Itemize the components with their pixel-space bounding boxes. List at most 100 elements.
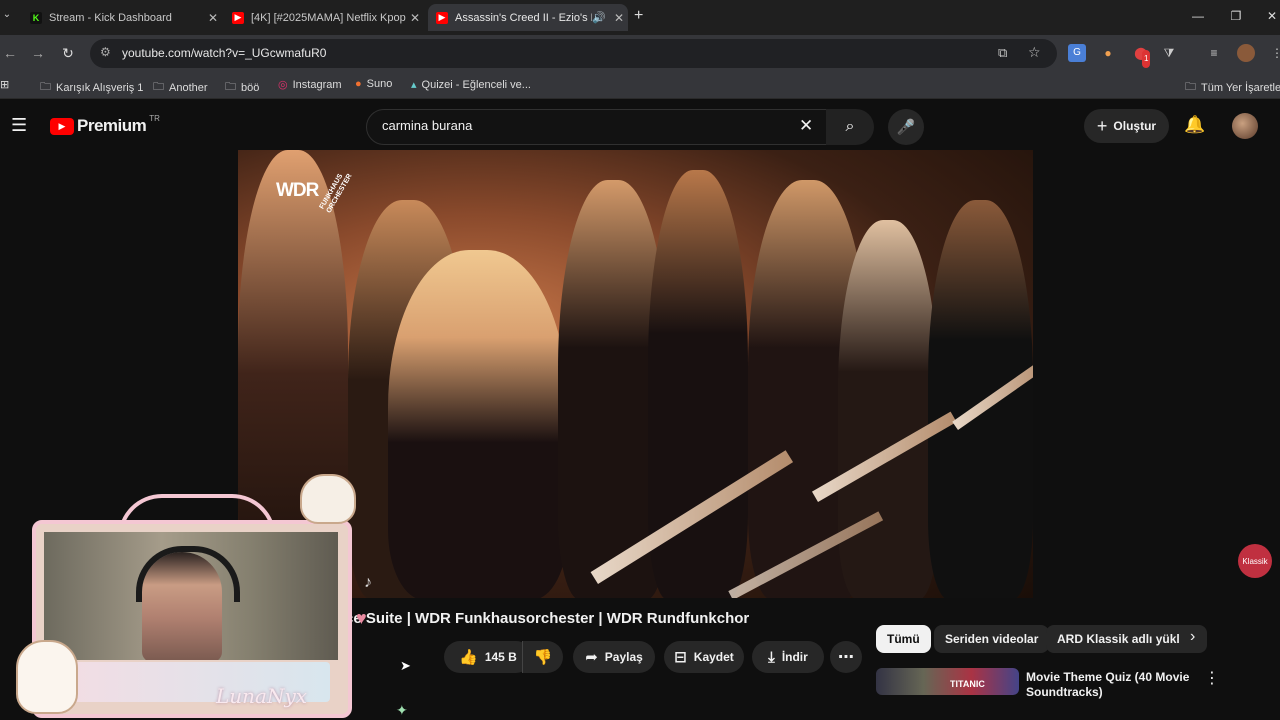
cat-sticker-icon [300,474,356,524]
bookmark-another[interactable]: 🗀 Another [153,78,208,97]
search-icon: ⌕ [845,118,855,135]
wdr-logo-text: WDR [276,180,319,201]
extension-badge-icon[interactable]: ⬤ 1 [1132,44,1151,68]
url-text[interactable]: youtube.com/watch?v=_UGcwmafuR0 [122,46,326,60]
youtube-icon: ▶ [232,11,244,24]
download-button[interactable]: ⤓ İndir [752,641,824,673]
next-video-title[interactable]: Movie Theme Quiz (40 Movie Soundtracks) [1026,670,1194,700]
suno-icon: ● [355,78,362,90]
bookmark-instagram[interactable]: ◎ Instagram [278,78,342,92]
close-tab-icon[interactable]: ✕ [406,11,424,25]
tab-search-button[interactable]: ⌄ [0,9,14,20]
browser-toolbar: ← → ↻ ⚙ youtube.com/watch?v=_UGcwmafuR0 … [0,35,1280,72]
browser-tab-strip: ⌄ K Stream - Kick Dashboard ✕ ▶ [4K] [#2… [0,0,1280,35]
search-button[interactable]: ⌕ [826,109,874,145]
quizei-icon: ▴ [411,79,417,91]
tab-kick-dashboard[interactable]: K Stream - Kick Dashboard ✕ [22,4,222,31]
new-tab-button[interactable]: + [634,7,643,25]
like-count: 145 B [484,650,517,664]
translate-extension-icon[interactable]: G [1068,44,1086,62]
close-tab-icon[interactable]: ✕ [610,11,628,25]
download-icon: ⤓ [768,648,775,666]
address-bar[interactable]: ⚙ youtube.com/watch?v=_UGcwmafuR0 ⧉ ☆ [90,39,1057,68]
clear-search-icon[interactable]: ✕ [799,116,813,136]
apps-icon[interactable]: ⊞ [0,78,9,91]
cat-sticker-icon [16,640,78,714]
bookmark-icon: ⊟ [674,649,687,666]
minimize-icon[interactable]: — [1184,6,1212,26]
profile-avatar[interactable] [1237,44,1255,62]
notifications-bell-icon[interactable]: 🔔 [1184,115,1205,135]
bookmark-quizei[interactable]: ▴ Quizei - Eğlenceli ve... [411,78,531,92]
voice-search-button[interactable]: 🎤 [888,109,924,145]
choir-singer [388,250,568,598]
choir-singer [838,220,938,598]
download-label: İndir [781,650,808,664]
chip-channel[interactable]: ARD Klassik adlı yükl [1046,625,1207,653]
folder-icon: 🗀 [153,81,164,93]
like-button[interactable]: 👍 145 B [444,641,532,673]
all-bookmarks[interactable]: 🗀 Tüm Yer İşaretleri [1185,78,1280,97]
chip-all[interactable]: Tümü [876,625,931,653]
youtube-icon: ▶ [436,11,448,24]
bookmark-boo[interactable]: 🗀 böö [225,78,259,97]
share-label: Paylaş [604,650,643,664]
search-box[interactable]: ✕ [366,109,828,145]
youtube-logo-icon: ▶ [50,117,74,135]
thumbnail-text: TITANIC [950,679,985,689]
headphones-icon [136,546,240,602]
dislike-button[interactable]: 👎 [522,641,563,673]
search-input[interactable] [380,117,784,134]
chip-scroll-right-icon[interactable]: › [1190,628,1195,646]
browser-menu-icon[interactable]: ⋮ [1268,44,1280,62]
bookmark-karisik[interactable]: 🗀 Karışık Alışveriş 1 [40,78,143,97]
more-actions-button[interactable]: ⋯ [830,641,862,673]
funkhaus-logo-text: FUNKHAUS ORCHESTER [318,172,354,215]
tab-netflix-kpop[interactable]: ▶ [4K] [#2025MAMA] Netflix Kpop ✕ [224,4,424,31]
hamburger-menu-icon[interactable]: ☰ [11,115,27,136]
share-button[interactable]: ➦ Paylaş [573,641,655,673]
premium-label: Premium [77,116,147,135]
wdr-watermark: WDR FUNKHAUS ORCHESTER [276,173,360,215]
create-button[interactable]: + Oluştur [1084,109,1169,143]
webcam-feed [44,532,338,660]
bookmark-label: Tüm Yer İşaretleri [1201,81,1280,94]
install-app-icon[interactable]: ⧉ [998,45,1007,61]
instagram-icon: ◎ [278,79,288,91]
extension-badge: 1 [1142,50,1151,68]
video-player[interactable]: WDR FUNKHAUS ORCHESTER [238,150,1033,598]
next-video-menu-icon[interactable]: ⋮ [1204,668,1220,688]
choir-singer [928,200,1033,598]
bookmark-suno[interactable]: ● Suno [355,78,392,90]
speaker-icon[interactable]: 🔊 [592,11,606,24]
media-controls-icon[interactable]: ≡ [1205,44,1223,62]
thumbs-up-icon: 👍 [459,649,478,666]
restore-icon[interactable]: ❐ [1222,6,1250,26]
extension-icon[interactable]: ● [1099,44,1117,62]
folder-icon: 🗀 [225,81,236,93]
puzzle-extensions-icon[interactable]: ⧩ [1160,44,1178,62]
create-label: Oluştur [1113,119,1157,133]
klassik-channel-logo[interactable]: Klassik [1238,544,1272,578]
reload-icon[interactable]: ↻ [58,43,78,63]
tab-title: [4K] [#2025MAMA] Netflix Kpop [251,11,406,24]
bookmark-star-icon[interactable]: ☆ [1028,44,1041,61]
folder-icon: 🗀 [40,81,51,93]
streamer-name: LunaNyx [216,684,308,708]
tab-title: Stream - Kick Dashboard [49,11,172,24]
chip-series[interactable]: Seriden videolar [934,625,1050,653]
bookmarks-bar: ⊞ 🗀 Karışık Alışveriş 1 🗀 Another 🗀 böö ◎ In… [0,72,1280,99]
back-icon[interactable]: ← [0,43,20,63]
tab-assassins-creed[interactable]: ▶ Assassin's Creed II - Ezio's F 🔊 ✕ [428,4,628,31]
account-avatar[interactable] [1232,113,1258,139]
youtube-premium-logo[interactable]: ▶ Premium TR [50,114,160,136]
close-tab-icon[interactable]: ✕ [204,11,222,25]
close-window-icon[interactable]: ✕ [1258,6,1280,26]
bookmark-label: Karışık Alışveriş 1 [56,81,144,94]
next-video-thumbnail[interactable]: TITANIC [876,668,1019,695]
site-info-icon[interactable]: ⚙ [100,45,111,59]
tab-title: Assassin's Creed II - Ezio's F [455,11,593,24]
share-icon: ➦ [585,649,598,666]
save-button[interactable]: ⊟ Kaydet [664,641,744,673]
forward-icon[interactable]: → [28,43,48,63]
